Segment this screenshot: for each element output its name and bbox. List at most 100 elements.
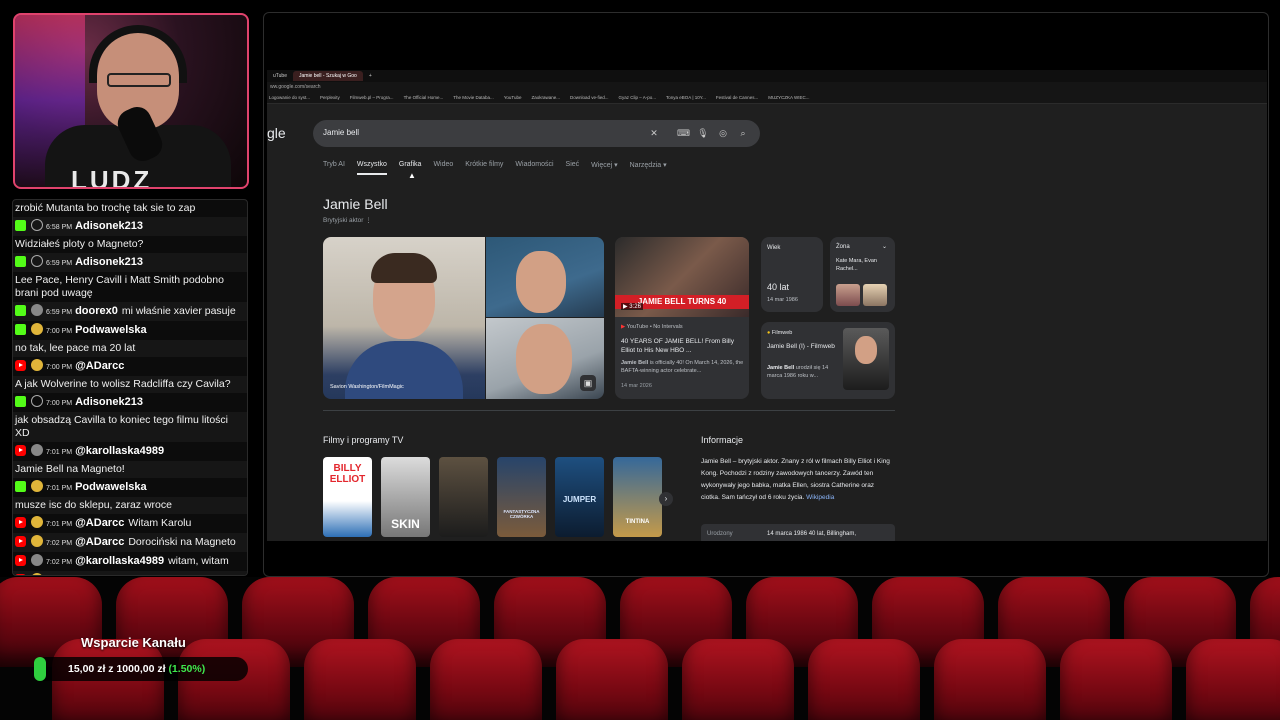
chat-message-text: Widziałeś ploty o Magneto? bbox=[15, 238, 144, 250]
chat-username[interactable]: Adisonek213 bbox=[75, 256, 143, 268]
kick-icon bbox=[15, 481, 26, 492]
search-icon[interactable]: ⌕ bbox=[737, 126, 749, 140]
chat-username[interactable]: @karollaska4989 bbox=[75, 555, 164, 567]
movie-poster[interactable]: FANTASTYCZNA CZWÓRKA bbox=[497, 457, 546, 537]
chat-username[interactable]: @ADarcc bbox=[75, 360, 124, 372]
spouse-photo[interactable] bbox=[836, 284, 860, 306]
chat-timestamp: 7:02 PM bbox=[46, 540, 73, 547]
new-tab-button[interactable]: + bbox=[363, 71, 378, 81]
avatar[interactable] bbox=[31, 255, 43, 267]
filter-tab[interactable]: Tryb AI bbox=[323, 161, 345, 169]
chat-message-text: Dorociński na Magneto bbox=[128, 536, 236, 548]
avatar[interactable] bbox=[31, 359, 43, 371]
video-result-card[interactable]: JAMIE BELL TURNS 40 ▶ 3:26 ▶ YouTube • N… bbox=[615, 237, 749, 399]
spouse-photo[interactable] bbox=[863, 284, 887, 306]
filter-tab[interactable]: Więcej ▾ bbox=[591, 161, 617, 169]
wikipedia-link[interactable]: Wikipedia bbox=[806, 494, 834, 501]
avatar[interactable] bbox=[31, 304, 43, 316]
filter-tab[interactable]: Wiadomości bbox=[515, 161, 553, 169]
avatar[interactable] bbox=[31, 480, 43, 492]
movie-poster[interactable]: TINTINA bbox=[613, 457, 662, 537]
microphone-icon[interactable]: 🎙 bbox=[697, 126, 709, 140]
filter-tab[interactable]: Grafika bbox=[399, 161, 422, 169]
chat-username[interactable]: Podwawelska bbox=[75, 481, 147, 493]
filter-tab[interactable]: Krótkie filmy bbox=[465, 161, 503, 169]
image-thumbnail[interactable] bbox=[486, 237, 604, 317]
chevron-down-icon[interactable]: ⌄ bbox=[882, 243, 887, 250]
bookmark-item[interactable]: Download ve-fied... bbox=[570, 95, 609, 100]
more-options-icon[interactable]: ⋮ bbox=[365, 217, 372, 224]
movie-poster[interactable]: SKIN bbox=[381, 457, 430, 537]
filter-tab[interactable]: Wszystko bbox=[356, 161, 387, 175]
clear-icon[interactable]: ✕ bbox=[648, 126, 660, 140]
tab-google-search[interactable]: Jamie bell - Szukaj w Goo bbox=[293, 71, 363, 81]
avatar[interactable] bbox=[31, 219, 43, 231]
bookmark-item[interactable]: Gyaz Clip – A-po... bbox=[619, 95, 657, 100]
chat-username[interactable]: Adisonek213 bbox=[75, 220, 143, 232]
image-thumbnail[interactable]: ▣ bbox=[486, 318, 604, 399]
filmweb-title[interactable]: Jamie Bell (I) - Filmweb bbox=[767, 342, 837, 351]
chat-username[interactable]: @ADarcc bbox=[75, 517, 124, 529]
bookmark-item[interactable]: Zaokrawane... bbox=[531, 95, 560, 100]
image-hair bbox=[371, 253, 437, 283]
bookmark-item[interactable]: The Movie Databa... bbox=[453, 95, 494, 100]
filmweb-photo[interactable] bbox=[843, 328, 889, 390]
bookmark-item[interactable]: YouTube bbox=[504, 95, 522, 100]
cinema-seat bbox=[1186, 639, 1280, 720]
chat-username[interactable]: @karollaska4989 bbox=[75, 445, 164, 457]
chat-username[interactable]: doorex0 bbox=[75, 305, 118, 317]
avatar[interactable] bbox=[31, 535, 43, 547]
bookmark-item[interactable]: The Official Home... bbox=[404, 95, 444, 100]
age-card[interactable]: Wiek 40 lat 14 mar 1986 bbox=[761, 237, 823, 312]
movie-poster[interactable] bbox=[439, 457, 488, 537]
search-input[interactable]: Jamie bell bbox=[323, 128, 359, 137]
avatar[interactable] bbox=[31, 444, 43, 456]
chat-username[interactable]: Adisonek213 bbox=[75, 396, 143, 408]
cinema-seat bbox=[556, 639, 668, 720]
google-logo[interactable]: gle bbox=[267, 125, 286, 141]
filter-tab[interactable]: Narzędzia ▾ bbox=[630, 161, 667, 169]
lens-icon[interactable]: ◎ bbox=[717, 126, 729, 140]
image-search-icon[interactable]: ▣ bbox=[580, 375, 596, 391]
filter-tab[interactable]: Sieć bbox=[566, 161, 580, 169]
bookmark-item[interactable]: Festival de Cannes... bbox=[716, 95, 758, 100]
avatar[interactable] bbox=[31, 516, 43, 528]
chevron-right-icon[interactable]: › bbox=[659, 492, 673, 506]
tab-strip: uTube Jamie bell - Szukaj w Goo + bbox=[267, 70, 1267, 82]
main-image[interactable]: Savion Washington/FilmMagic bbox=[323, 237, 485, 399]
address-bar[interactable]: ww.google.com/search bbox=[267, 82, 1267, 92]
bookmark-item[interactable]: MUZYCZKA WIEC... bbox=[768, 95, 809, 100]
youtube-icon bbox=[15, 517, 26, 528]
filmweb-card[interactable]: ● Filmweb Jamie Bell (I) - Filmweb Jamie… bbox=[761, 322, 895, 399]
chat-message: A jak Wolverine to wolisz Radcliffa czy … bbox=[13, 376, 247, 393]
video-title[interactable]: 40 YEARS OF JAMIE BELL! From Billy Ellio… bbox=[621, 337, 745, 355]
bookmark-item[interactable]: Perplexity bbox=[320, 95, 340, 100]
avatar[interactable] bbox=[31, 323, 43, 335]
chat-message-text: Powaga bbox=[128, 574, 166, 575]
movie-poster[interactable]: BILLY ELLIOT bbox=[323, 457, 372, 537]
support-text: 15,00 zł z 1000,00 zł (1.50%) bbox=[68, 663, 205, 675]
avatar[interactable] bbox=[31, 554, 43, 566]
chat-message-text: Jamie Bell na Magneto! bbox=[15, 463, 125, 475]
support-title: Wsparcie Kanału bbox=[81, 635, 186, 650]
chat-message: 6:59 PM Adisonek213 bbox=[13, 253, 247, 272]
filter-tab[interactable]: Wideo bbox=[433, 161, 453, 169]
chat-panel[interactable]: zrobić Mutanta bo trochę tak sie to zap 6… bbox=[12, 199, 248, 576]
avatar[interactable] bbox=[31, 573, 43, 575]
bookmark-item[interactable]: Logowanie do syst... bbox=[269, 95, 310, 100]
bookmark-item[interactable]: Filmweb.pl – Progra... bbox=[350, 95, 394, 100]
chat-username[interactable]: @ADarcc bbox=[75, 574, 124, 575]
bookmark-item[interactable]: Tonya eBOA | 10Y... bbox=[666, 95, 706, 100]
movie-title: BILLY ELLIOT bbox=[329, 463, 366, 485]
movie-poster[interactable]: JUMPER bbox=[555, 457, 604, 537]
spouse-card[interactable]: Żona ⌄ Kate Mara, Evan Rachel... bbox=[830, 237, 895, 312]
chat-username[interactable]: Podwawelska bbox=[75, 324, 147, 336]
filmweb-icon: ● bbox=[767, 330, 771, 336]
keyboard-icon[interactable]: ⌨ bbox=[677, 126, 690, 140]
info-section-title: Informacje bbox=[701, 435, 744, 445]
avatar[interactable] bbox=[31, 395, 43, 407]
chat-username[interactable]: @ADarcc bbox=[75, 536, 124, 548]
kick-icon bbox=[15, 256, 26, 267]
search-box[interactable]: Jamie bell ✕ ⌨ 🎙 ◎ ⌕ bbox=[313, 120, 760, 147]
tab-youtube[interactable]: uTube bbox=[267, 71, 293, 81]
